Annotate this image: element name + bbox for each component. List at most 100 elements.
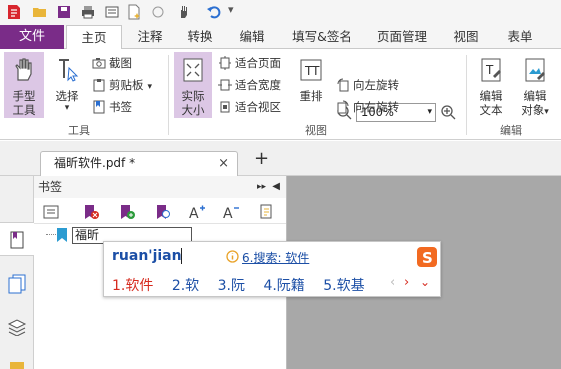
hand-tool-button[interactable]: 手型 工具 bbox=[4, 52, 44, 118]
select-button[interactable]: 选择 ▾ bbox=[48, 56, 86, 116]
ime-candidate[interactable]: 5.软基 bbox=[323, 278, 364, 294]
tab-form[interactable]: 表单 bbox=[498, 25, 542, 49]
clipboard-icon bbox=[93, 79, 105, 92]
fit-width-button[interactable]: 适合宽度 bbox=[218, 76, 281, 94]
edit-text-button[interactable]: T 编辑 文本 bbox=[472, 56, 510, 117]
tab-file[interactable]: 文件 bbox=[0, 25, 64, 49]
ime-search-link[interactable]: 6.搜索: 软件 bbox=[242, 249, 309, 266]
clipboard-label: 剪贴板 bbox=[109, 78, 144, 92]
save-icon[interactable] bbox=[56, 4, 72, 20]
find-bookmark-icon[interactable] bbox=[154, 203, 172, 221]
tab-view[interactable]: 视图 bbox=[444, 25, 488, 49]
app-logo-icon bbox=[8, 5, 20, 19]
clipboard-dropdown-icon: ▾ bbox=[147, 82, 153, 92]
tools-group-label: 工具 bbox=[68, 124, 90, 137]
tab-edit[interactable]: 编辑 bbox=[228, 25, 276, 49]
snapshot-icon[interactable] bbox=[150, 4, 166, 20]
expand-bookmark-icon[interactable]: A bbox=[188, 203, 206, 221]
group-divider bbox=[466, 55, 467, 135]
tab-fill-sign[interactable]: 填写&签名 bbox=[283, 25, 361, 49]
screenshot-button[interactable]: 截图 bbox=[92, 54, 132, 72]
bookmarks-pane-tab[interactable] bbox=[0, 222, 34, 256]
fit-visible-label: 适合视区 bbox=[235, 100, 281, 114]
email-icon[interactable] bbox=[104, 4, 120, 20]
edit-object-label-line2: 对象▾ bbox=[514, 103, 556, 119]
camera-icon bbox=[92, 58, 106, 69]
rotate-right-button[interactable]: 向右旋转 bbox=[336, 98, 399, 116]
tab-comment[interactable]: 注释 bbox=[126, 25, 174, 49]
panel-expand-icon[interactable]: ▸▸ bbox=[257, 176, 266, 198]
clipboard-button[interactable]: 剪贴板 ▾ bbox=[92, 76, 152, 94]
attachments-panel-icon[interactable] bbox=[8, 360, 26, 369]
fit-width-label: 适合宽度 bbox=[235, 78, 281, 92]
bookmark-panel-title: 书签 bbox=[38, 180, 63, 194]
collapse-bookmark-icon[interactable]: A bbox=[222, 203, 240, 221]
tab-home[interactable]: 主页 bbox=[66, 25, 122, 50]
hand-tool-label-line2: 工具 bbox=[12, 103, 36, 117]
ime-candidate[interactable]: 2.软 bbox=[172, 278, 199, 294]
bookmark-options-icon[interactable] bbox=[258, 203, 276, 221]
quick-access-dropdown-icon[interactable]: ▾ bbox=[228, 3, 234, 16]
ime-candidate[interactable]: 4.阮籍 bbox=[263, 278, 304, 294]
rotate-left-button[interactable]: 向左旋转 bbox=[336, 76, 399, 94]
actual-size-label-line2: 大小 bbox=[181, 103, 205, 117]
ime-candidate-list: 1.软件 2.软 3.阮 4.阮籍 5.软基 bbox=[112, 275, 379, 295]
select-text-icon bbox=[59, 59, 79, 82]
svg-text:A: A bbox=[189, 206, 199, 221]
sogou-logo-icon: S bbox=[417, 247, 437, 267]
screenshot-label: 截图 bbox=[109, 56, 132, 70]
tab-page-management[interactable]: 页面管理 bbox=[369, 25, 435, 49]
zoom-in-icon[interactable] bbox=[440, 104, 456, 120]
pages-panel-icon[interactable] bbox=[8, 274, 26, 294]
tab-convert[interactable]: 转换 bbox=[176, 25, 224, 49]
undo-icon[interactable] bbox=[206, 4, 222, 20]
hand-tool-label-line1: 手型 bbox=[12, 89, 36, 103]
ime-prev-page-icon[interactable]: ‹ bbox=[390, 275, 395, 290]
add-bookmark-icon[interactable] bbox=[118, 203, 136, 221]
close-tab-icon[interactable]: × bbox=[218, 152, 229, 175]
edit-text-icon: T bbox=[481, 58, 501, 82]
print-icon[interactable] bbox=[80, 4, 96, 20]
bookmark-button[interactable]: 书签 bbox=[92, 98, 132, 116]
ime-pinyin: ruan'jian bbox=[112, 248, 182, 264]
hand-tool-icon[interactable] bbox=[176, 4, 192, 20]
ime-candidate[interactable]: 1.软件 bbox=[112, 278, 153, 294]
layers-panel-icon[interactable] bbox=[7, 316, 27, 336]
bookmark-panel-header: 书签 ▸▸ ◀ bbox=[34, 176, 286, 198]
new-document-icon[interactable] bbox=[126, 4, 142, 20]
actual-size-label-line1: 实际 bbox=[181, 89, 205, 103]
open-folder-icon[interactable] bbox=[32, 4, 48, 20]
fit-visible-icon bbox=[220, 101, 230, 113]
svg-text:A: A bbox=[223, 206, 233, 221]
actual-size-button[interactable]: 实际 大小 bbox=[174, 52, 212, 118]
rotate-right-label: 向右旋转 bbox=[353, 100, 399, 114]
select-dropdown-icon: ▾ bbox=[64, 103, 70, 113]
ime-info-icon bbox=[226, 250, 239, 263]
edit-text-label-line2: 文本 bbox=[479, 103, 503, 117]
ime-candidate[interactable]: 3.阮 bbox=[218, 278, 245, 294]
ime-candidate-window: ruan'jian 6.搜索: 软件 S 1.软件 2.软 3.阮 4.阮籍 5… bbox=[103, 241, 441, 297]
new-tab-button[interactable]: + bbox=[254, 148, 269, 169]
rotate-right-icon bbox=[337, 100, 349, 114]
ime-next-page-icon[interactable]: › bbox=[404, 275, 409, 290]
navigation-pane-strip bbox=[0, 176, 34, 369]
panel-collapse-icon[interactable]: ◀ bbox=[272, 176, 280, 198]
fit-width-icon bbox=[218, 79, 232, 91]
edit-object-button[interactable]: 编辑 对象▾ bbox=[514, 56, 556, 119]
reflow-button[interactable]: TT 重排 bbox=[294, 56, 328, 116]
edit-text-label-line1: 编辑 bbox=[479, 89, 503, 103]
tree-connector bbox=[46, 234, 56, 235]
fit-page-button[interactable]: 适合页面 bbox=[218, 54, 281, 72]
delete-bookmark-icon[interactable] bbox=[82, 203, 100, 221]
bookmark-properties-icon[interactable] bbox=[42, 203, 60, 221]
reflow-icon: TT bbox=[300, 59, 322, 81]
edit-object-label-line1: 编辑 bbox=[523, 89, 547, 103]
rotate-left-icon bbox=[337, 78, 349, 92]
document-tab[interactable]: 福昕软件.pdf * × bbox=[40, 151, 238, 176]
ime-expand-icon[interactable]: ⌄ bbox=[420, 275, 430, 289]
fit-visible-button[interactable]: 适合视区 bbox=[218, 98, 281, 116]
bookmark-icon bbox=[93, 100, 105, 114]
ribbon: 手型 工具 选择 ▾ 截图 剪贴板 ▾ 书签 工具 实际 大小 适合页面 适合宽度… bbox=[0, 49, 561, 140]
edit-object-label-text: 对象 bbox=[521, 103, 545, 117]
bookmark-label: 书签 bbox=[109, 100, 132, 114]
